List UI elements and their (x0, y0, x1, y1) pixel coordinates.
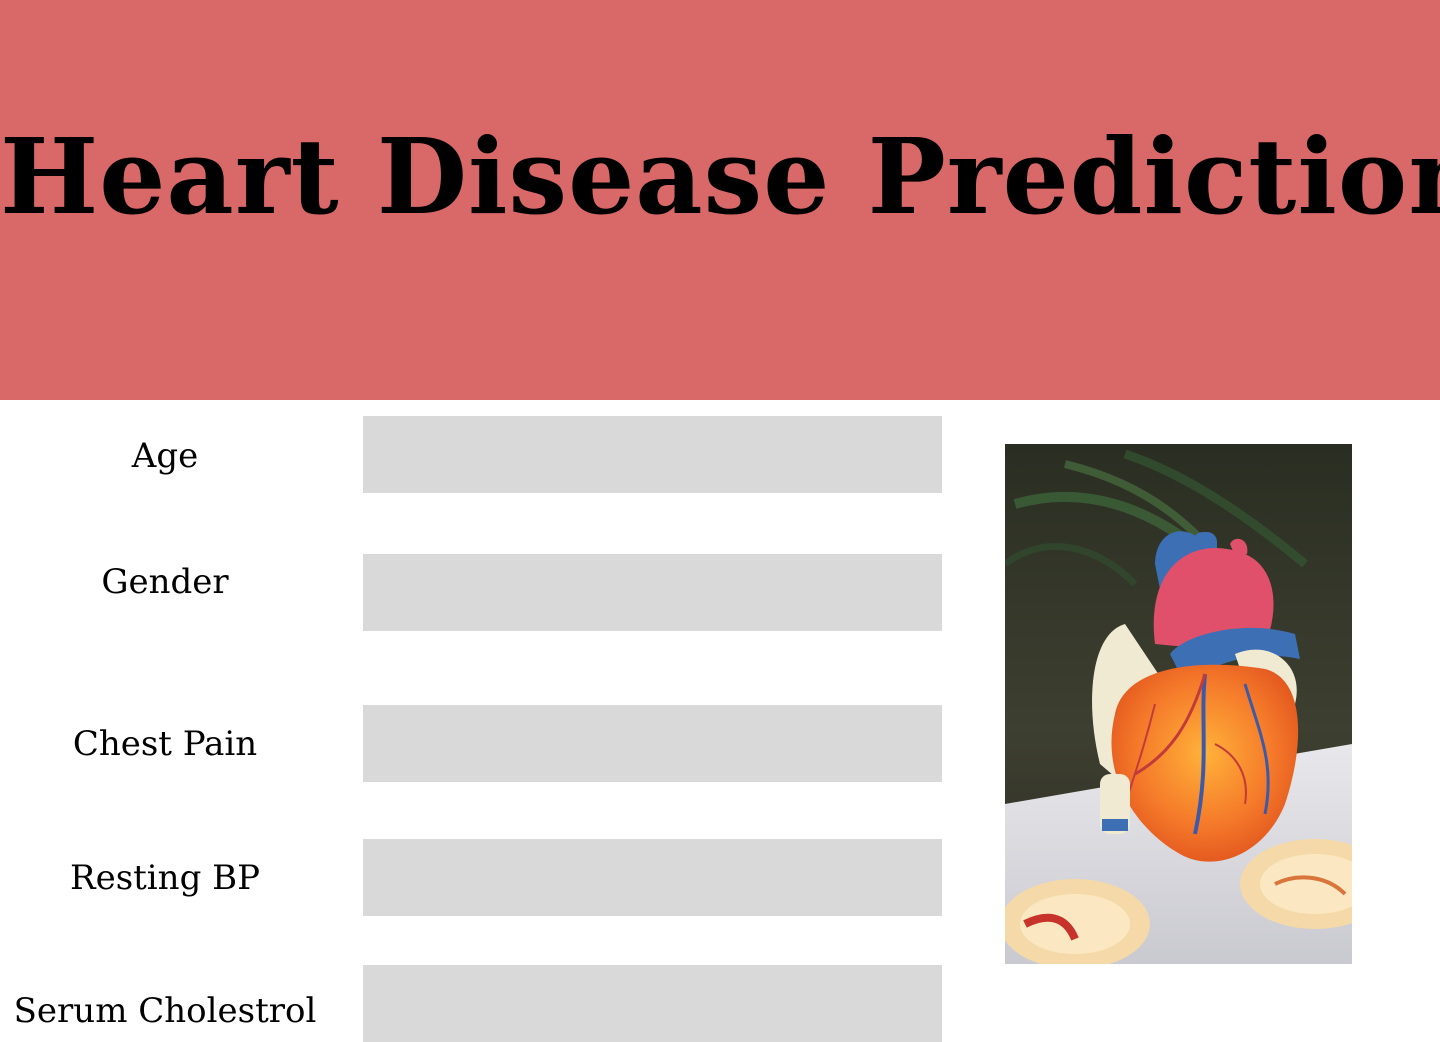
chest-pain-label: Chest Pain (72, 724, 258, 764)
gender-input[interactable] (363, 554, 942, 631)
gender-label: Gender (101, 562, 229, 602)
heart-model-image (1005, 444, 1352, 964)
resting-bp-label: Resting BP (69, 858, 261, 898)
serum-cholestrol-input[interactable] (363, 965, 942, 1042)
age-input[interactable] (363, 416, 942, 493)
age-label: Age (131, 436, 199, 476)
serum-cholestrol-label: Serum Cholestrol (13, 991, 317, 1031)
header-banner: Heart Disease Prediction (0, 0, 1440, 400)
resting-bp-input[interactable] (363, 839, 942, 916)
page-title: Heart Disease Prediction (0, 115, 1440, 238)
chest-pain-input[interactable] (363, 705, 942, 782)
